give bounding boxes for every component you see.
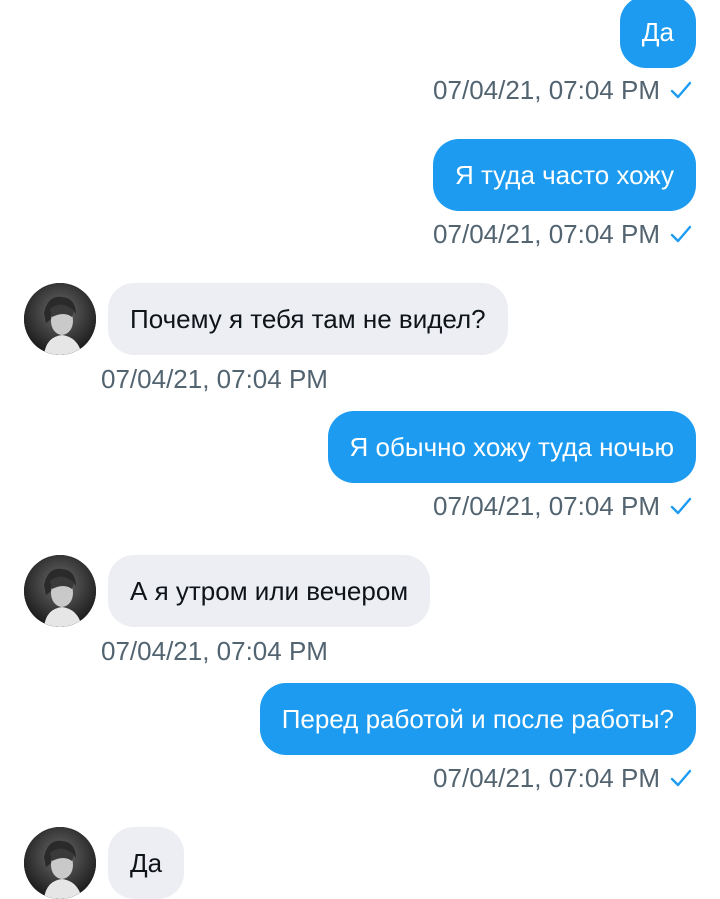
incoming-message-bubble[interactable]: Да [108, 827, 185, 899]
message-meta: 07/04/21, 07:04 PM [433, 217, 692, 251]
message-text: Я туда часто хожу [454, 160, 674, 190]
outgoing-message-bubble[interactable]: Я обычно хожу туда ночью [327, 411, 696, 483]
user-avatar-icon [24, 283, 96, 355]
message-text: А я утром или вечером [130, 576, 409, 606]
read-check-icon [670, 81, 692, 99]
sender-avatar[interactable] [24, 555, 96, 627]
message-meta: 07/04/21, 07:04 PM [433, 73, 692, 107]
outgoing-message-bubble[interactable]: Да [619, 0, 696, 68]
message-timestamp: 07/04/21, 07:04 PM [101, 364, 328, 394]
read-check-icon [670, 769, 692, 787]
message-timestamp: 07/04/21, 07:04 PM [433, 491, 660, 521]
read-check-icon [670, 225, 692, 243]
message-meta: 07/04/21, 07:04 PM [433, 761, 692, 795]
sender-avatar[interactable] [24, 283, 96, 355]
message-meta: 07/04/21, 07:04 PM [101, 362, 328, 396]
message-text: Перед работой и после работы? [281, 704, 674, 734]
message-meta: 07/04/21, 07:04 PM [101, 634, 328, 668]
message-timestamp: 07/04/21, 07:04 PM [433, 763, 660, 793]
incoming-message-bubble[interactable]: Почему я тебя там не видел? [108, 283, 508, 355]
user-avatar-icon [24, 555, 96, 627]
message-timestamp: 07/04/21, 07:04 PM [433, 219, 660, 249]
outgoing-message-bubble[interactable]: Я туда часто хожу [432, 139, 696, 211]
message-text: Да [641, 17, 674, 47]
sender-avatar[interactable] [24, 827, 96, 899]
message-meta: 07/04/21, 07:04 PM [433, 489, 692, 523]
outgoing-message-bubble[interactable]: Перед работой и после работы? [259, 683, 696, 755]
message-text: Я обычно хожу туда ночью [349, 432, 674, 462]
message-text: Почему я тебя там не видел? [130, 304, 486, 334]
read-check-icon [670, 497, 692, 515]
incoming-message-bubble[interactable]: А я утром или вечером [108, 555, 431, 627]
user-avatar-icon [24, 827, 96, 899]
message-text: Да [130, 848, 163, 878]
message-timestamp: 07/04/21, 07:04 PM [101, 636, 328, 666]
message-timestamp: 07/04/21, 07:04 PM [433, 75, 660, 105]
